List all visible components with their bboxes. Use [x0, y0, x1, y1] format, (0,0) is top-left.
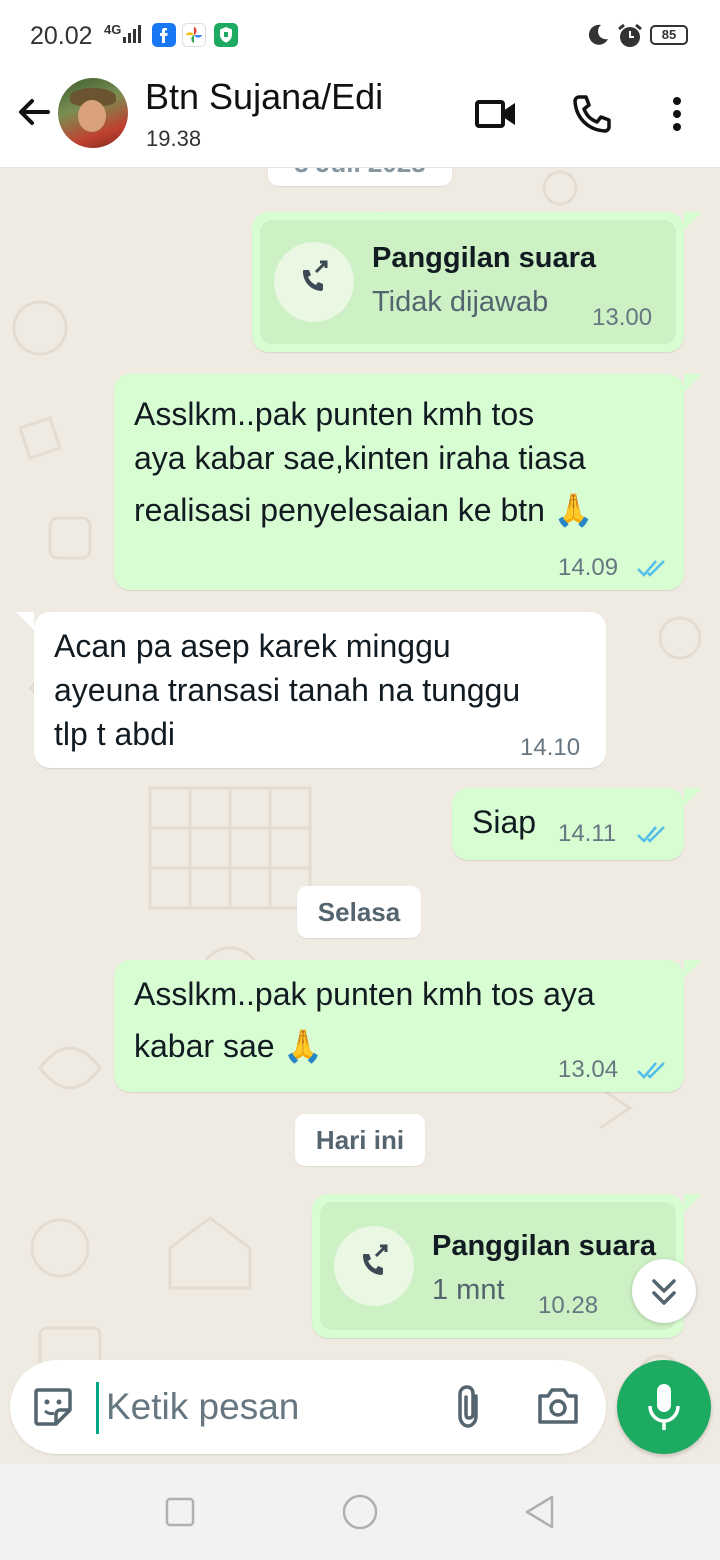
status-bar: 20.02 4G 85: [0, 0, 720, 70]
message-bubble-outgoing[interactable]: Panggilan suara Tidak dijawab 13.00: [252, 212, 684, 352]
last-seen: 19.38: [146, 126, 202, 151]
mic-button[interactable]: [617, 1360, 711, 1454]
call-duration: 1 mnt: [432, 1274, 505, 1306]
google-photos-icon: [182, 23, 206, 47]
text-cursor: [96, 1382, 99, 1434]
call-icon-circle: [274, 242, 354, 322]
call-title: Panggilan suara: [372, 242, 597, 274]
facebook-icon: [152, 23, 176, 47]
message-bubble-incoming[interactable]: Acan pa asep karek minggu ayeuna transas…: [34, 612, 606, 768]
date-chip: Hari ini: [295, 1114, 425, 1166]
camera-icon[interactable]: [536, 1386, 580, 1426]
message-time: 14.10: [520, 734, 581, 761]
call-title: Panggilan suara: [432, 1230, 657, 1262]
message-text-line: kabar sae 🙏: [134, 1028, 324, 1064]
back-nav-icon[interactable]: [522, 1494, 558, 1530]
date-chip-top: 3 Juli 2023: [268, 168, 452, 186]
mic-icon: [648, 1384, 680, 1430]
message-text-line: Assl​km..pak punten kmh tos: [134, 396, 535, 432]
moon-icon: [588, 24, 608, 45]
recent-apps-icon[interactable]: [162, 1494, 198, 1530]
system-nav-bar: [0, 1464, 720, 1560]
bubble-tail: [16, 612, 34, 630]
alarm-icon: [618, 23, 642, 47]
read-ticks-icon: [637, 826, 665, 843]
message-placeholder: Ketik pesan: [106, 1386, 300, 1427]
phone-icon[interactable]: [570, 92, 614, 136]
bubble-tail: [684, 1194, 702, 1212]
message-time: 13.00: [592, 304, 653, 331]
message-time: 14.11: [558, 820, 617, 847]
chat-title[interactable]: Btn Sujana/Edi: [145, 76, 383, 118]
message-bubble-outgoing[interactable]: Assl​km..pak punten kmh tos aya kabar sa…: [114, 960, 684, 1092]
message-bubble-outgoing[interactable]: Panggilan suara 1 mnt 10.28: [312, 1194, 684, 1338]
outgoing-call-icon: [363, 1244, 388, 1275]
message-input-bar: Ketik pesan: [0, 1348, 720, 1464]
network-type: 4G: [104, 22, 122, 37]
bubble-tail: [684, 212, 702, 230]
paperclip-icon[interactable]: [446, 1382, 490, 1432]
more-vert-icon[interactable]: [655, 92, 699, 136]
read-ticks-icon: [637, 1062, 665, 1079]
home-icon[interactable]: [342, 1494, 378, 1530]
signal-icon: [123, 25, 141, 43]
scroll-down-button[interactable]: [632, 1259, 696, 1323]
security-icon: [214, 23, 238, 47]
message-text-line: realisasi penyelesaian ke btn 🙏: [134, 492, 594, 528]
video-call-icon[interactable]: [474, 92, 518, 136]
sticker-icon[interactable]: [30, 1384, 76, 1430]
message-text-line: Assl​km..pak punten kmh tos aya: [134, 976, 595, 1012]
call-status: Tidak dijawab: [372, 286, 549, 318]
call-card[interactable]: Panggilan suara 1 mnt 10.28: [320, 1202, 676, 1330]
chat-header: Btn Sujana/Edi 19.38: [0, 70, 720, 168]
double-chevron-down-icon: [652, 1279, 676, 1305]
message-time: 13.04: [558, 1056, 619, 1083]
message-text-line: ayeuna transasi tanah na tunggu: [54, 672, 521, 708]
message-bubble-outgoing[interactable]: Siap 14.11: [452, 788, 684, 860]
message-time: 10.28: [538, 1292, 599, 1319]
bubble-tail: [684, 374, 702, 392]
message-input[interactable]: Ketik pesan: [10, 1360, 606, 1454]
message-text-line: aya kabar sae,kinten iraha tiasa: [134, 440, 586, 476]
read-ticks-icon: [637, 560, 665, 577]
date-chip: Selasa: [297, 886, 421, 938]
message-bubble-outgoing[interactable]: Assl​km..pak punten kmh tos aya kabar sa…: [114, 374, 684, 590]
message-time: 14.09: [558, 554, 619, 581]
battery-indicator: 85: [650, 25, 688, 45]
back-arrow-icon[interactable]: [14, 92, 54, 132]
status-time: 20.02: [30, 22, 93, 50]
message-text-line: tlp t abdi: [54, 716, 175, 752]
message-text-line: Siap: [472, 804, 537, 840]
call-card[interactable]: Panggilan suara Tidak dijawab 13.00: [260, 220, 676, 344]
avatar[interactable]: [58, 78, 128, 148]
bubble-tail: [684, 788, 702, 806]
call-icon-circle: [334, 1226, 414, 1306]
message-text-line: Acan pa asep karek minggu: [54, 628, 451, 664]
avatar-face: [78, 100, 106, 132]
chat-area[interactable]: 3 Juli 2023 Panggilan suara Tidak dijawa…: [0, 168, 720, 1464]
outgoing-call-icon: [303, 260, 328, 291]
bubble-tail: [684, 960, 702, 978]
